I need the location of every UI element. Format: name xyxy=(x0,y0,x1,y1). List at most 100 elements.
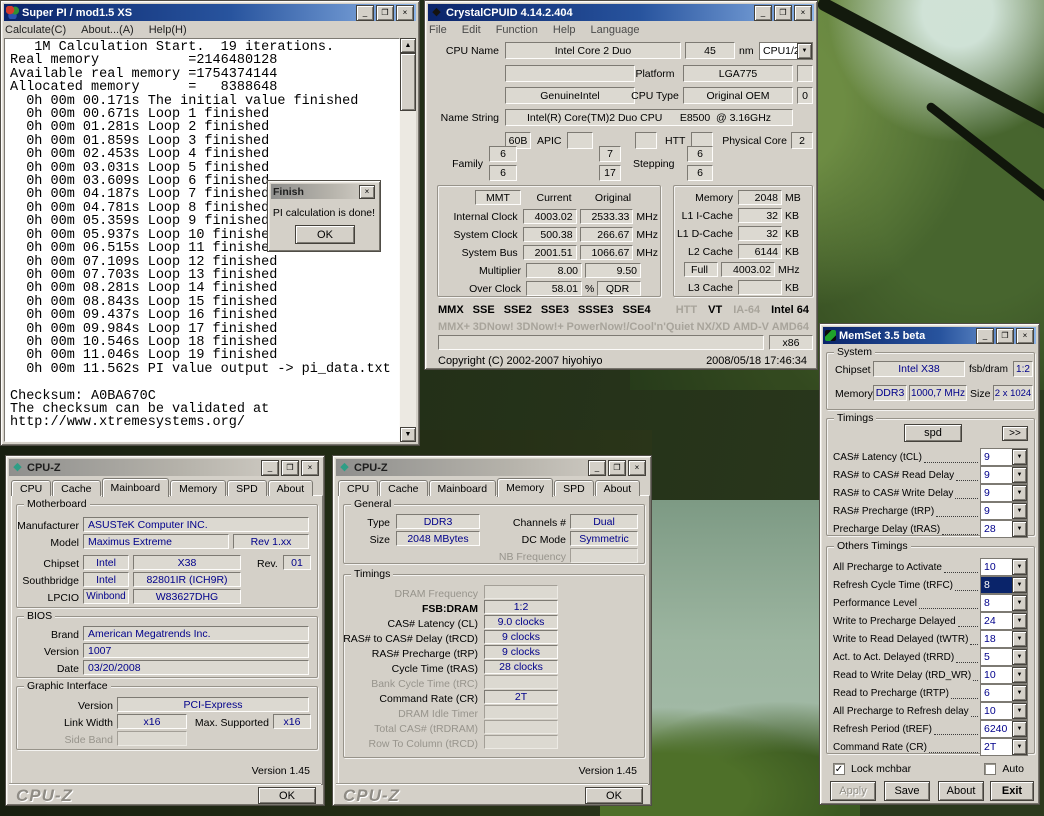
cpu-select-dropdown[interactable]: CPU1/2 ▼ xyxy=(759,42,813,60)
chevron-down-icon[interactable]: ▼ xyxy=(1012,631,1027,647)
finish-titlebar[interactable]: Finish × xyxy=(271,184,377,199)
chevron-down-icon[interactable]: ▼ xyxy=(1012,467,1027,483)
crystalcpuid-titlebar[interactable]: ◆ CrystalCPUID 4.14.2.404 _ ❐ × xyxy=(428,4,814,21)
ok-button[interactable]: OK xyxy=(258,787,316,804)
system-group: System Chipset Intel X38 fsb/dram 1:2 Me… xyxy=(826,352,1035,410)
timing-row: All Precharge to Activate 10▼ xyxy=(833,558,1028,576)
tab-cpu[interactable]: CPU xyxy=(338,480,378,496)
tab-spd[interactable]: SPD xyxy=(554,480,594,496)
tab-mainboard[interactable]: Mainboard xyxy=(429,480,497,496)
mmt-button[interactable]: MMT xyxy=(475,190,521,205)
timing-select[interactable]: 8▼ xyxy=(980,576,1028,594)
auto-checkbox[interactable] xyxy=(984,763,996,775)
chevron-down-icon[interactable]: ▼ xyxy=(1012,613,1027,629)
close-button[interactable]: × xyxy=(794,5,812,21)
tab-spd[interactable]: SPD xyxy=(227,480,267,496)
tab-about[interactable]: About xyxy=(595,480,640,496)
maximize-button[interactable]: ❐ xyxy=(281,460,299,476)
chevron-down-icon[interactable]: ▼ xyxy=(1012,449,1027,465)
superpi-scrollbar[interactable]: ▲ ▼ xyxy=(400,38,416,442)
chevron-down-icon[interactable]: ▼ xyxy=(1012,595,1027,611)
memset-titlebar[interactable]: MemSet 3.5 beta _ ❐ × xyxy=(823,327,1036,344)
ok-button[interactable]: OK xyxy=(295,225,355,244)
tab-mainboard[interactable]: Mainboard xyxy=(102,478,170,497)
chevron-down-icon[interactable]: ▼ xyxy=(1012,521,1027,537)
maximize-button[interactable]: ❐ xyxy=(996,328,1014,344)
minimize-button[interactable]: _ xyxy=(976,328,994,344)
cpu-type-label: CPU Type xyxy=(629,87,681,104)
chevron-down-icon[interactable]: ▼ xyxy=(1012,703,1027,719)
apply-button[interactable]: Apply xyxy=(830,781,876,801)
menu-help[interactable]: Help xyxy=(553,24,576,36)
chevron-down-icon[interactable]: ▼ xyxy=(1012,721,1027,737)
exit-button[interactable]: Exit xyxy=(990,781,1034,801)
timing-select[interactable]: 10▼ xyxy=(980,666,1028,684)
scrollbar-thumb[interactable] xyxy=(400,53,416,111)
cache-row: Memory 2048 MB xyxy=(676,190,810,205)
menu-help[interactable]: Help(H) xyxy=(149,24,187,36)
timing-select[interactable]: 5▼ xyxy=(980,648,1028,666)
ok-button[interactable]: OK xyxy=(585,787,643,804)
chevron-down-icon[interactable]: ▼ xyxy=(1012,577,1027,593)
scroll-up-icon[interactable]: ▲ xyxy=(400,38,416,53)
menu-function[interactable]: Function xyxy=(496,24,538,36)
feature-amd64: AMD64 xyxy=(772,321,809,333)
menu-file[interactable]: File xyxy=(429,24,447,36)
minimize-button[interactable]: _ xyxy=(588,460,606,476)
tab-memory[interactable]: Memory xyxy=(497,478,553,497)
lpcio-label: LPCIO xyxy=(19,589,79,606)
chevron-down-icon[interactable]: ▼ xyxy=(1012,685,1027,701)
close-button[interactable]: × xyxy=(628,460,646,476)
close-button[interactable]: × xyxy=(301,460,319,476)
timing-select[interactable]: 9▼ xyxy=(980,502,1028,520)
timing-select[interactable]: 10▼ xyxy=(980,558,1028,576)
close-button[interactable]: × xyxy=(359,185,375,199)
timing-select[interactable]: 24▼ xyxy=(980,612,1028,630)
maximize-button[interactable]: ❐ xyxy=(376,5,394,21)
chevron-down-icon[interactable]: ▼ xyxy=(1012,485,1027,501)
tab-cpu[interactable]: CPU xyxy=(11,480,51,496)
superpi-app-icon xyxy=(6,6,19,19)
tab-about[interactable]: About xyxy=(268,480,313,496)
cpuz-titlebar[interactable]: ◆ CPU-Z _ ❐ × xyxy=(9,459,321,476)
tab-cache[interactable]: Cache xyxy=(379,480,427,496)
timing-select[interactable]: 8▼ xyxy=(980,594,1028,612)
minimize-button[interactable]: _ xyxy=(261,460,279,476)
tab-cache[interactable]: Cache xyxy=(52,480,100,496)
minimize-button[interactable]: _ xyxy=(356,5,374,21)
close-button[interactable]: × xyxy=(1016,328,1034,344)
spd-button[interactable]: spd xyxy=(904,424,962,442)
scroll-down-icon[interactable]: ▼ xyxy=(400,427,416,442)
about-button[interactable]: About xyxy=(938,781,984,801)
timing-select[interactable]: 28▼ xyxy=(980,520,1028,538)
timing-select[interactable]: 9▼ xyxy=(980,448,1028,466)
timing-select[interactable]: 6▼ xyxy=(980,684,1028,702)
timing-select[interactable]: 9▼ xyxy=(980,466,1028,484)
chevron-down-icon[interactable]: ▼ xyxy=(1012,739,1027,755)
timing-select[interactable]: 18▼ xyxy=(980,630,1028,648)
menu-calculate[interactable]: Calculate(C) xyxy=(5,24,66,36)
maximize-button[interactable]: ❐ xyxy=(774,5,792,21)
chevron-down-icon[interactable]: ▼ xyxy=(797,43,812,59)
timing-select[interactable]: 9▼ xyxy=(980,484,1028,502)
tab-memory[interactable]: Memory xyxy=(170,480,226,496)
timing-select[interactable]: 2T▼ xyxy=(980,738,1028,756)
chevron-down-icon[interactable]: ▼ xyxy=(1012,667,1027,683)
lock-mchbar-checkbox[interactable]: ✓ xyxy=(833,763,845,775)
timing-select[interactable]: 10▼ xyxy=(980,702,1028,720)
save-button[interactable]: Save xyxy=(884,781,930,801)
timing-select[interactable]: 6240▼ xyxy=(980,720,1028,738)
chevron-down-icon[interactable]: ▼ xyxy=(1012,503,1027,519)
minimize-button[interactable]: _ xyxy=(754,5,772,21)
close-button[interactable]: × xyxy=(396,5,414,21)
apic-label: APIC xyxy=(537,132,565,149)
menu-language[interactable]: Language xyxy=(591,24,640,36)
cpuz-titlebar[interactable]: ◆ CPU-Z _ ❐ × xyxy=(336,459,648,476)
expand-button[interactable]: >> xyxy=(1002,426,1028,441)
chevron-down-icon[interactable]: ▼ xyxy=(1012,649,1027,665)
superpi-titlebar[interactable]: Super PI / mod1.5 XS _ ❐ × xyxy=(4,4,416,21)
maximize-button[interactable]: ❐ xyxy=(608,460,626,476)
menu-about[interactable]: About...(A) xyxy=(81,24,134,36)
menu-edit[interactable]: Edit xyxy=(462,24,481,36)
chevron-down-icon[interactable]: ▼ xyxy=(1012,559,1027,575)
